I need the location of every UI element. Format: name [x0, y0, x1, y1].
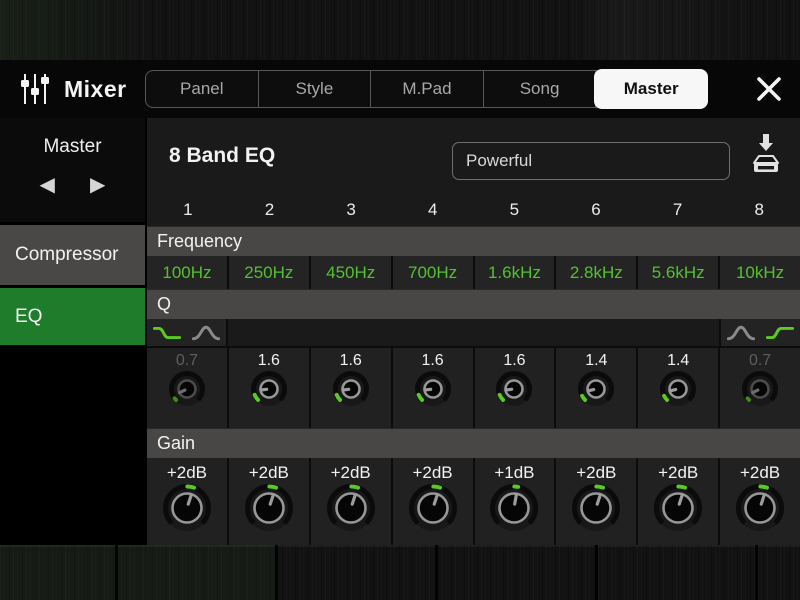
band-number: 5: [474, 194, 556, 226]
prev-arrow-button[interactable]: ◀: [40, 174, 55, 194]
band-number: 8: [718, 194, 800, 226]
peak-icon[interactable]: [726, 325, 756, 341]
q-knob-band5[interactable]: 1.6: [475, 348, 555, 428]
frequency-row: 100Hz 250Hz 450Hz 700Hz 1.6kHz 2.8kHz 5.…: [147, 256, 800, 289]
mixer-icon: [18, 71, 52, 107]
master-selector-label: Master: [0, 118, 145, 158]
q-knob-row: 0.7 1.6 1.6 1.6: [147, 348, 800, 428]
page-title: Mixer: [64, 76, 127, 103]
frequency-value[interactable]: 250Hz: [229, 256, 309, 289]
tab-master[interactable]: Master: [595, 70, 707, 108]
peak-icon[interactable]: [191, 325, 221, 341]
band-number: 7: [637, 194, 719, 226]
eq-panel-header: 8 Band EQ Powerful: [147, 118, 800, 194]
tab-panel[interactable]: Panel: [146, 71, 259, 107]
gain-knob-band1[interactable]: +2dB: [147, 458, 227, 545]
frequency-value[interactable]: 450Hz: [311, 256, 391, 289]
tab-mpad[interactable]: M.Pad: [371, 71, 484, 107]
low-shelf-icon[interactable]: [152, 325, 182, 341]
q-knob-band3[interactable]: 1.6: [311, 348, 391, 428]
gain-knob-band2[interactable]: +2dB: [229, 458, 309, 545]
frequency-value[interactable]: 1.6kHz: [475, 256, 555, 289]
band8-filter-cell: [719, 319, 800, 346]
q-knob-band7[interactable]: 1.4: [638, 348, 718, 428]
q-knob-band4[interactable]: 1.6: [393, 348, 473, 428]
sidebar-item-compressor[interactable]: Compressor: [0, 225, 145, 285]
gain-section-header: Gain: [147, 428, 800, 458]
filter-type-row: [147, 319, 800, 348]
gain-knob-band3[interactable]: +2dB: [311, 458, 391, 545]
title-bar: Mixer Panel Style M.Pad Song Master: [0, 60, 800, 118]
frequency-value[interactable]: 700Hz: [393, 256, 473, 289]
tab-bar: Panel Style M.Pad Song Master: [145, 70, 707, 108]
band-number-row: 1 2 3 4 5 6 7 8: [147, 194, 800, 226]
gain-knob-row: +2dB +2dB +2dB +2dB: [147, 458, 800, 545]
preset-selector[interactable]: Powerful: [452, 142, 730, 180]
gain-knob-band7[interactable]: +2dB: [638, 458, 718, 545]
eq-panel: 8 Band EQ Powerful 1 2 3 4 5 6 7 8 Frequ…: [147, 118, 800, 545]
high-shelf-icon[interactable]: [765, 325, 795, 341]
frequency-section-header: Frequency: [147, 226, 800, 256]
close-icon[interactable]: [754, 74, 784, 104]
gain-knob-band4[interactable]: +2dB: [393, 458, 473, 545]
tab-style[interactable]: Style: [259, 71, 372, 107]
frequency-value[interactable]: 2.8kHz: [556, 256, 636, 289]
gain-knob-band5[interactable]: +1dB: [475, 458, 555, 545]
top-bezel: [0, 0, 800, 60]
band-number: 6: [555, 194, 637, 226]
master-selector: Master ◀ ▶: [0, 118, 145, 222]
save-icon[interactable]: [746, 132, 786, 180]
frequency-value[interactable]: 100Hz: [147, 256, 227, 289]
band-number: 4: [392, 194, 474, 226]
gain-knob-band8[interactable]: +2dB: [720, 458, 800, 545]
band1-filter-cell: [147, 319, 228, 346]
next-arrow-button[interactable]: ▶: [90, 174, 105, 194]
eq-title: 8 Band EQ: [169, 144, 275, 168]
band-number: 1: [147, 194, 229, 226]
bottom-bezel: [0, 545, 800, 600]
sidebar: Master ◀ ▶ Compressor EQ: [0, 118, 145, 545]
frequency-value[interactable]: 10kHz: [720, 256, 800, 289]
gain-knob-band6[interactable]: +2dB: [556, 458, 636, 545]
q-knob-band8[interactable]: 0.7: [720, 348, 800, 428]
preset-value: Powerful: [453, 151, 532, 171]
q-knob-band1[interactable]: 0.7: [147, 348, 227, 428]
q-knob-band2[interactable]: 1.6: [229, 348, 309, 428]
band-number: 3: [310, 194, 392, 226]
q-section-header: Q: [147, 289, 800, 319]
frequency-value[interactable]: 5.6kHz: [638, 256, 718, 289]
band-number: 2: [229, 194, 311, 226]
tab-song[interactable]: Song: [484, 71, 597, 107]
q-knob-band6[interactable]: 1.4: [556, 348, 636, 428]
sidebar-item-eq[interactable]: EQ: [0, 288, 145, 345]
